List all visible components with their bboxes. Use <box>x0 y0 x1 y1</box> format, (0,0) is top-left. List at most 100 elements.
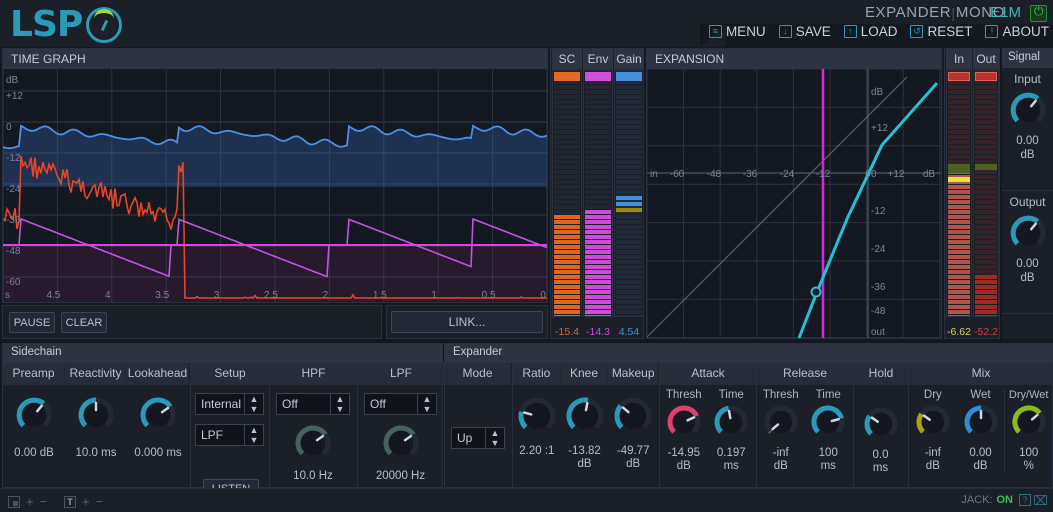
svg-text:4: 4 <box>105 290 111 301</box>
release-time-knob[interactable] <box>805 405 853 439</box>
signal-output-knob[interactable] <box>1002 215 1053 251</box>
signal-input-knob[interactable] <box>1002 92 1053 128</box>
time-graph-panel: TIME GRAPH dB +12 0 -12 -24 -36 -48 -60 s 4.5 4 3.5… <box>2 48 548 303</box>
logo-knob-pointer <box>100 19 109 32</box>
lpf-frequency-knob[interactable] <box>358 425 443 461</box>
reactivity-control[interactable]: 10.0 ms <box>65 385 127 488</box>
lpf-group: LPF Off ▲ ▼ 20000 Hz <box>357 363 444 488</box>
chevron-updown-icon[interactable]: ▲ ▼ <box>244 394 263 414</box>
dry-control[interactable]: Dry -inf dB <box>909 389 957 473</box>
attack-time-control[interactable]: Time 0.197 ms <box>708 389 756 473</box>
wet-label: Wet <box>970 389 991 401</box>
signal-title: Signal <box>1002 48 1053 68</box>
reset-icon: ↺ <box>910 25 924 38</box>
lookahead-knob[interactable] <box>127 397 189 433</box>
menu-button-menu[interactable]: ≡ MENU <box>708 24 766 39</box>
lpf-mode-select[interactable]: Off ▲ ▼ <box>364 393 437 415</box>
menu-button-save[interactable]: ↓ SAVE <box>778 24 831 39</box>
pause-button[interactable]: PAUSE <box>9 312 55 333</box>
menu-button-reset[interactable]: ↺ RESET <box>910 24 972 39</box>
drywet-knob[interactable] <box>1005 405 1052 439</box>
font-decrease-button[interactable]: − <box>96 494 104 509</box>
svg-text:-24: -24 <box>6 184 21 195</box>
expander-mode-select[interactable]: Up ▲ ▼ <box>451 427 505 449</box>
app-header: LSP EXPANDER MONO | E1M ≡ MENU ↓ SAVE ↑ … <box>0 0 1053 47</box>
lookahead-header: Lookahead <box>127 363 189 385</box>
svg-text:+12: +12 <box>6 91 23 102</box>
svg-text:dB: dB <box>6 75 19 86</box>
menu-button-about[interactable]: ! ABOUT <box>985 24 1049 39</box>
knee-control[interactable]: -13.82 dB <box>561 397 609 471</box>
chevron-updown-icon[interactable]: ▲ ▼ <box>417 394 436 414</box>
preamp-control[interactable]: 0.00 dB <box>3 385 65 488</box>
menu-label: RESET <box>927 24 973 39</box>
chevron-updown-icon[interactable]: ▲ ▼ <box>485 428 504 448</box>
font-increase-button[interactable]: + <box>82 494 90 509</box>
io-meter-label: Out <box>973 49 999 69</box>
svg-text:-36: -36 <box>871 282 886 293</box>
release-thresh-knob[interactable] <box>757 405 805 439</box>
hold-control[interactable]: 0.0 ms <box>854 385 907 475</box>
release-time-control[interactable]: Time 100 ms <box>805 389 853 473</box>
close-icon[interactable]: ⌧ <box>1033 493 1048 509</box>
hpf-mode-value: Off <box>282 397 298 411</box>
hold-knob[interactable] <box>854 407 907 441</box>
preamp-knob[interactable] <box>3 397 65 433</box>
power-button[interactable] <box>1030 4 1047 22</box>
attack-thresh-control[interactable]: Thresh -14.95 dB <box>660 389 708 473</box>
hpf-mode-select[interactable]: Off ▲ ▼ <box>276 393 350 415</box>
help-icon[interactable]: ? <box>1019 494 1031 506</box>
hpf-value: 10.0 Hz <box>293 470 333 482</box>
attack-time-knob[interactable] <box>708 405 756 439</box>
dry-value: -inf <box>924 447 941 459</box>
attack-thresh-knob[interactable] <box>660 405 708 439</box>
hpf-frequency-knob[interactable] <box>270 425 356 461</box>
svg-text:s: s <box>5 290 10 301</box>
signal-input-unit: dB <box>1020 149 1035 161</box>
mix-row: Dry -inf dB Wet 0.00 dB Dry/Wet 100 % <box>909 385 1052 473</box>
io-meter-value: -52.2 <box>974 326 998 338</box>
wet-control[interactable]: Wet 0.00 dB <box>957 389 1005 473</box>
expansion-canvas[interactable]: in -60 -48 -36 -24 -12 0 +12 dB dB +12 0 -12 -24 -36 -4… <box>647 69 941 338</box>
link-button[interactable]: LINK... <box>391 311 543 333</box>
reactivity-knob[interactable] <box>65 397 127 433</box>
title-separator: | <box>951 5 955 21</box>
chevron-updown-icon[interactable]: ▲ ▼ <box>244 425 263 445</box>
knee-knob[interactable] <box>561 397 609 435</box>
release-thresh-control[interactable]: Thresh -inf dB <box>757 389 805 473</box>
lsp-logo: LSP <box>8 2 138 46</box>
sidechain-source-select[interactable]: Internal ▲ ▼ <box>195 393 264 415</box>
svg-text:+12: +12 <box>871 123 888 134</box>
makeup-control[interactable]: -49.77 dB <box>608 397 658 471</box>
drywet-label: Dry/Wet <box>1008 389 1049 401</box>
chevron-updown-icon[interactable]: ▲ ▼ <box>330 394 349 414</box>
release-time-label: Time <box>815 389 841 401</box>
time-graph-canvas[interactable]: dB +12 0 -12 -24 -36 -48 -60 s 4.5 4 3.5 3 2.5 2 1.5 1 0.… <box>3 69 547 302</box>
expander-mode-value: Up <box>457 431 473 445</box>
clear-button[interactable]: CLEAR <box>61 312 107 333</box>
io-meter-value: -6.62 <box>947 326 971 338</box>
logo-knob-icon <box>86 7 122 43</box>
sidechain-mode-select[interactable]: LPF ▲ ▼ <box>195 424 264 446</box>
drywet-control[interactable]: Dry/Wet 100 % <box>1004 389 1052 473</box>
preamp-header: Preamp <box>3 363 65 385</box>
makeup-knob[interactable] <box>608 397 658 435</box>
menu-button-load[interactable]: ↑ LOAD <box>843 24 897 39</box>
ratio-control[interactable]: 2.20 :1 <box>513 397 561 471</box>
signal-input-control[interactable]: Input 0.00 dB <box>1002 68 1053 191</box>
lookahead-control[interactable]: 0.000 ms <box>127 385 189 488</box>
hold-value: 0.0 <box>872 449 889 461</box>
window-decrease-button[interactable]: − <box>40 494 48 509</box>
attack-thresh-value: -14.95 <box>667 447 701 459</box>
jack-label: JACK: <box>961 494 993 506</box>
time-graph-title: TIME GRAPH <box>3 49 547 69</box>
knee-unit: dB <box>577 458 592 470</box>
signal-output-control[interactable]: Output 0.00 dB <box>1002 191 1053 314</box>
attack-time-label: Time <box>718 389 744 401</box>
dry-knob[interactable] <box>909 405 957 439</box>
wet-knob[interactable] <box>957 405 1005 439</box>
svg-text:3.5: 3.5 <box>155 290 169 301</box>
window-increase-button[interactable]: + <box>26 494 34 509</box>
ratio-knob[interactable] <box>513 397 561 435</box>
hold-header: Hold <box>854 363 908 385</box>
